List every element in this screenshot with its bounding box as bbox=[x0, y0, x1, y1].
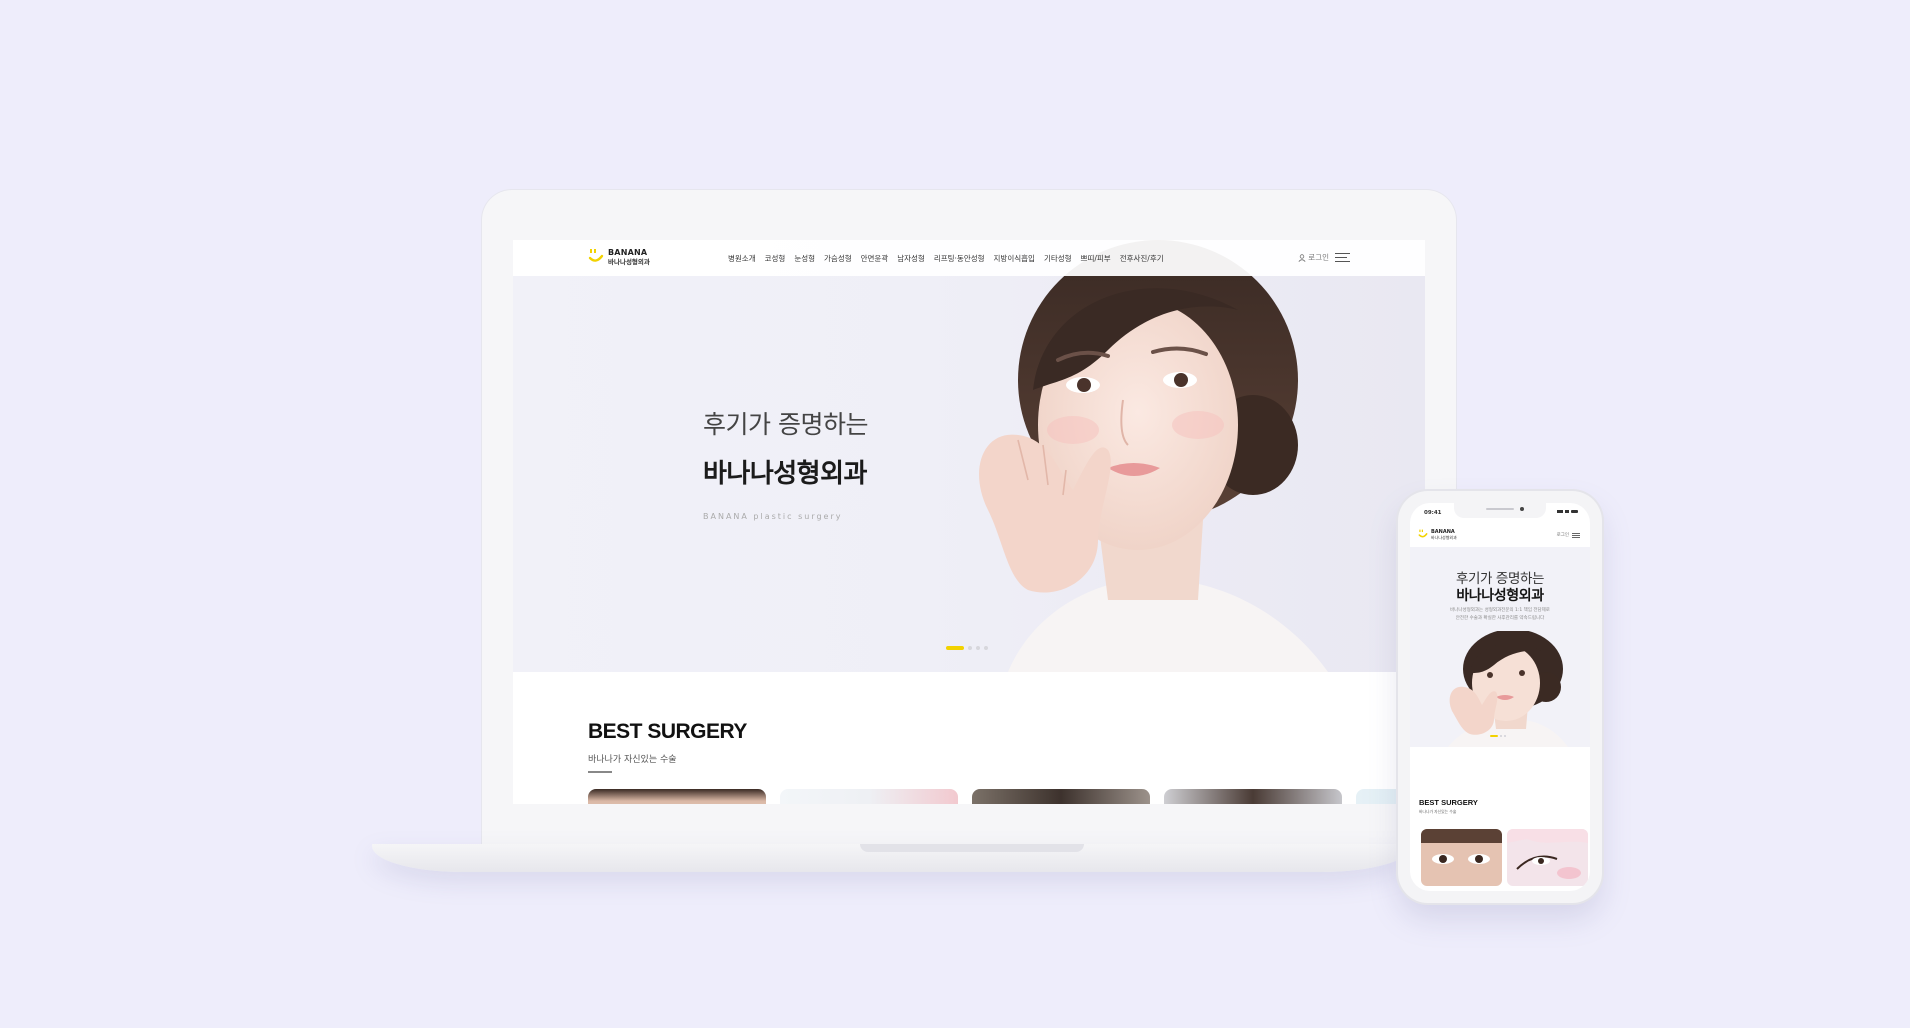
nav-item-reviews[interactable]: 전후사진/후기 bbox=[1120, 253, 1164, 264]
nav-item-other[interactable]: 기타성형 bbox=[1044, 253, 1072, 264]
surgery-card-face[interactable] bbox=[1507, 829, 1588, 886]
battery-icon bbox=[1571, 510, 1578, 513]
mobile-login-link[interactable]: 로그인 bbox=[1557, 532, 1569, 538]
pagination-dot[interactable] bbox=[984, 646, 988, 650]
status-time: 09:41 bbox=[1424, 510, 1442, 516]
mobile-surgery-cards bbox=[1421, 829, 1588, 886]
main-nav: 병원소개 코성형 눈성형 가슴성형 안면윤곽 남자성형 리프팅·동안성형 지방이… bbox=[728, 253, 1164, 264]
best-surgery-heading: BEST SURGERY 바나나가 자신있는 수술 bbox=[588, 720, 747, 773]
mobile-hero-photo bbox=[1448, 631, 1568, 747]
hero-title: 바나나성형외과 bbox=[703, 459, 867, 489]
pagination-dot[interactable] bbox=[968, 646, 972, 650]
mobile-best-surgery-heading: BEST SURGERY 바나나가 자신있는 수술 bbox=[1419, 798, 1478, 815]
pagination-dot[interactable] bbox=[1504, 735, 1506, 737]
mobile-logo-english: BANANA bbox=[1431, 528, 1455, 535]
surgery-card[interactable] bbox=[588, 789, 766, 804]
surgery-card[interactable] bbox=[780, 789, 958, 804]
best-surgery-subtitle: 바나나가 자신있는 수술 bbox=[588, 755, 677, 765]
mobile-hero-subtitle: 후기가 증명하는 bbox=[1455, 571, 1545, 587]
hero-pagination bbox=[946, 646, 988, 650]
menu-icon[interactable] bbox=[1335, 253, 1350, 262]
mobile-hero-desc-line: 바나나성형외과는 성형외과전문의 1:1 책임 전담제로 bbox=[1450, 608, 1550, 613]
logo-korean: 바나나성형외과 bbox=[608, 257, 650, 266]
mobile-header-utility: 로그인 bbox=[1557, 532, 1580, 538]
nav-item-male[interactable]: 남자성형 bbox=[897, 253, 925, 264]
mobile-hero-pagination bbox=[1490, 735, 1506, 737]
nav-item-eye[interactable]: 눈성형 bbox=[794, 253, 815, 264]
phone-screen: 09:41 BANANA 바나나성형외과 로그인 후기가 증명하는 바나나성형외… bbox=[1410, 503, 1590, 891]
mobile-hero: 후기가 증명하는 바나나성형외과 바나나성형외과는 성형외과전문의 1:1 책임… bbox=[1410, 547, 1590, 747]
mobile-logo[interactable]: BANANA 바나나성형외과 bbox=[1418, 529, 1457, 540]
nav-item-about[interactable]: 병원소개 bbox=[728, 253, 756, 264]
hero-subtitle: 후기가 증명하는 bbox=[703, 410, 868, 439]
header-utility: 로그인 bbox=[1298, 252, 1350, 263]
site-logo[interactable]: BANANA 바나나성형외과 bbox=[588, 248, 650, 266]
speaker-grill bbox=[1486, 508, 1514, 510]
title-underline bbox=[588, 771, 612, 773]
pagination-dot-active[interactable] bbox=[1490, 735, 1498, 737]
nav-item-facial-contour[interactable]: 안면윤곽 bbox=[861, 253, 889, 264]
hero-model-photo bbox=[979, 240, 1328, 672]
mobile-logo-korean: 바나나성형외과 bbox=[1431, 534, 1457, 540]
nav-item-lifting[interactable]: 리프팅·동안성형 bbox=[934, 253, 985, 264]
mobile-hero-desc-line: 안전한 수술과 확실한 사후관리를 약속드립니다 bbox=[1455, 615, 1545, 621]
surgery-card[interactable] bbox=[1164, 789, 1342, 804]
signal-icon bbox=[1557, 510, 1563, 513]
pagination-dot-active[interactable] bbox=[946, 646, 964, 650]
surgery-card[interactable] bbox=[972, 789, 1150, 804]
login-label: 로그인 bbox=[1308, 253, 1329, 262]
laptop-screen: 후기가 증명하는 바나나성형외과 BANANA plastic surgery bbox=[513, 240, 1425, 804]
surgery-card-eye[interactable] bbox=[1421, 829, 1502, 886]
camera-icon bbox=[1520, 507, 1524, 511]
hero-copy: 후기가 증명하는 바나나성형외과 BANANA plastic surgery bbox=[703, 405, 868, 521]
mobile-menu-icon[interactable] bbox=[1572, 532, 1580, 538]
pagination-dot[interactable] bbox=[976, 646, 980, 650]
wifi-icon bbox=[1565, 510, 1569, 513]
mobile-header: BANANA 바나나성형외과 로그인 bbox=[1410, 523, 1590, 547]
nav-item-fat-graft[interactable]: 지방이식흡입 bbox=[994, 253, 1035, 264]
hero-english-caption: BANANA plastic surgery bbox=[703, 512, 843, 521]
status-icons bbox=[1557, 510, 1578, 513]
site-header: BANANA 바나나성형외과 병원소개 코성형 눈성형 가슴성형 안면윤곽 남자… bbox=[513, 240, 1425, 276]
laptop-notch bbox=[860, 844, 1084, 852]
user-icon bbox=[1298, 253, 1306, 262]
mobile-hero-description: 바나나성형외과는 성형외과전문의 1:1 책임 전담제로 안전한 수술과 확실한… bbox=[1430, 607, 1570, 622]
mobile-best-surgery-title: BEST SURGERY bbox=[1419, 798, 1478, 807]
logo-english: BANANA bbox=[608, 247, 648, 257]
mobile-best-surgery-subtitle: 바나나가 자신있는 수술 bbox=[1419, 809, 1457, 814]
nav-item-nose[interactable]: 코성형 bbox=[765, 253, 786, 264]
nav-item-breast[interactable]: 가슴성형 bbox=[824, 253, 852, 264]
login-link[interactable]: 로그인 bbox=[1298, 252, 1329, 263]
banana-smile-icon bbox=[588, 248, 604, 266]
banana-smile-icon bbox=[1418, 529, 1428, 538]
mobile-hero-title: 바나나성형외과 bbox=[1456, 588, 1544, 604]
best-surgery-cards bbox=[588, 789, 1425, 804]
nav-item-petit-skin[interactable]: 쁘띠/피부 bbox=[1081, 253, 1111, 264]
best-surgery-title: BEST SURGERY bbox=[588, 720, 747, 743]
phone-notch bbox=[1454, 503, 1546, 518]
hero-section: 후기가 증명하는 바나나성형외과 BANANA plastic surgery bbox=[513, 240, 1425, 672]
pagination-dot[interactable] bbox=[1500, 735, 1502, 737]
mockup-stage: 후기가 증명하는 바나나성형외과 BANANA plastic surgery bbox=[0, 0, 1910, 1028]
